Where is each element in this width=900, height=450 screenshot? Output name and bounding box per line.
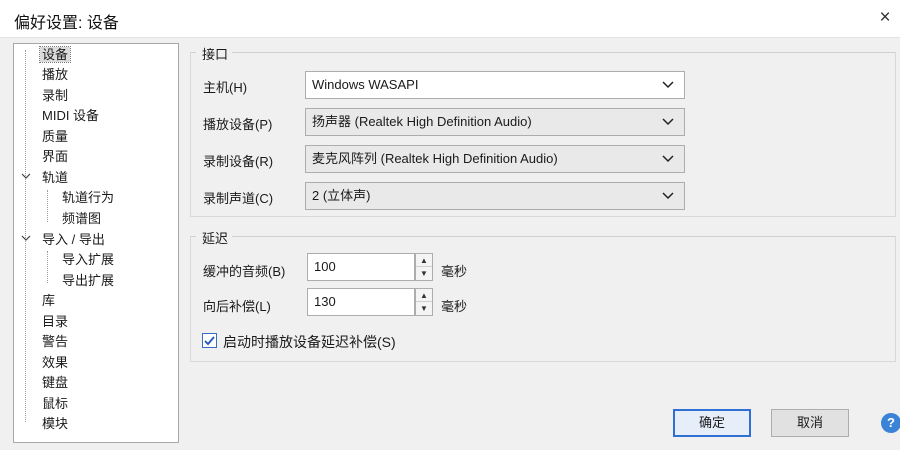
tree-item-extended-export[interactable]: 导出扩展 <box>60 271 116 291</box>
buffer-length-label: 缓冲的音频(B) <box>203 264 286 279</box>
playback-device-select[interactable]: 扬声器 (Realtek High Definition Audio) <box>305 108 685 136</box>
buffer-length-input[interactable]: 100 <box>307 253 415 281</box>
spin-up-icon[interactable]: ▲ <box>416 289 432 302</box>
tree-item-modules[interactable]: 模块 <box>40 414 70 434</box>
spin-down-icon[interactable]: ▼ <box>416 302 432 315</box>
recording-device-select[interactable]: 麦克风阵列 (Realtek High Definition Audio) <box>305 145 685 173</box>
auto-compensation-label[interactable]: 启动时播放设备延迟补偿(S) <box>223 332 396 352</box>
chevron-down-icon <box>662 109 678 126</box>
tree-item-track-behaviors[interactable]: 轨道行为 <box>60 188 116 208</box>
tree-item-quality[interactable]: 质量 <box>40 127 70 147</box>
ok-button[interactable]: 确定 <box>673 409 751 437</box>
cancel-button[interactable]: 取消 <box>771 409 849 437</box>
tree-item-midi-devices[interactable]: MIDI 设备 <box>40 106 101 126</box>
tree-item-import-export[interactable]: 导入 / 导出 <box>40 230 107 250</box>
help-icon[interactable]: ? <box>881 413 900 433</box>
tree-item-directories[interactable]: 目录 <box>40 312 70 332</box>
latency-compensation-label: 向后补偿(L) <box>203 299 271 314</box>
latency-compensation-spinner[interactable]: ▲ ▼ <box>415 288 433 316</box>
chevron-down-icon <box>662 146 678 163</box>
preferences-tree[interactable]: 设备 播放 录制 MIDI 设备 质量 界面 轨道 轨道行为 频谱图 导入 / … <box>13 43 179 443</box>
window-title: 偏好设置: 设备 <box>14 15 119 32</box>
tree-item-effects[interactable]: 效果 <box>40 353 70 373</box>
compensation-unit: 毫秒 <box>441 299 468 314</box>
recording-device-label: 录制设备(R) <box>203 154 274 169</box>
host-label: 主机(H) <box>203 80 248 95</box>
tree-item-devices[interactable]: 设备 <box>38 45 72 65</box>
tree-item-recording[interactable]: 录制 <box>40 86 70 106</box>
tree-item-mouse[interactable]: 鼠标 <box>40 394 70 414</box>
chevron-down-icon[interactable] <box>20 171 32 183</box>
latency-compensation-input[interactable]: 130 <box>307 288 415 316</box>
tree-item-spectrograms[interactable]: 频谱图 <box>60 209 103 229</box>
tree-item-tracks[interactable]: 轨道 <box>40 168 70 188</box>
close-icon[interactable]: × <box>874 6 896 30</box>
spin-up-icon[interactable]: ▲ <box>416 254 432 267</box>
tree-item-libraries[interactable]: 库 <box>40 291 57 311</box>
tree-guide-line <box>47 251 48 283</box>
buffer-unit: 毫秒 <box>441 264 468 279</box>
tree-item-extended-import[interactable]: 导入扩展 <box>60 250 116 270</box>
recording-channels-label: 录制声道(C) <box>203 191 274 206</box>
chevron-down-icon <box>662 183 678 200</box>
host-select[interactable]: Windows WASAPI <box>305 71 685 99</box>
tree-item-warnings[interactable]: 警告 <box>40 332 70 352</box>
chevron-down-icon[interactable] <box>20 233 32 245</box>
spin-down-icon[interactable]: ▼ <box>416 267 432 280</box>
recording-channels-select[interactable]: 2 (立体声) <box>305 182 685 210</box>
title-bar: 偏好设置: 设备 × <box>0 0 900 38</box>
buffer-length-spinner[interactable]: ▲ ▼ <box>415 253 433 281</box>
tree-item-playback[interactable]: 播放 <box>40 65 70 85</box>
tree-item-keyboard[interactable]: 键盘 <box>40 373 70 393</box>
chevron-down-icon <box>662 72 678 89</box>
tree-guide-line <box>47 190 48 222</box>
playback-device-label: 播放设备(P) <box>203 117 273 132</box>
tree-item-interface[interactable]: 界面 <box>40 147 70 167</box>
auto-compensation-checkbox[interactable] <box>202 333 217 348</box>
checkmark-icon <box>204 336 215 346</box>
